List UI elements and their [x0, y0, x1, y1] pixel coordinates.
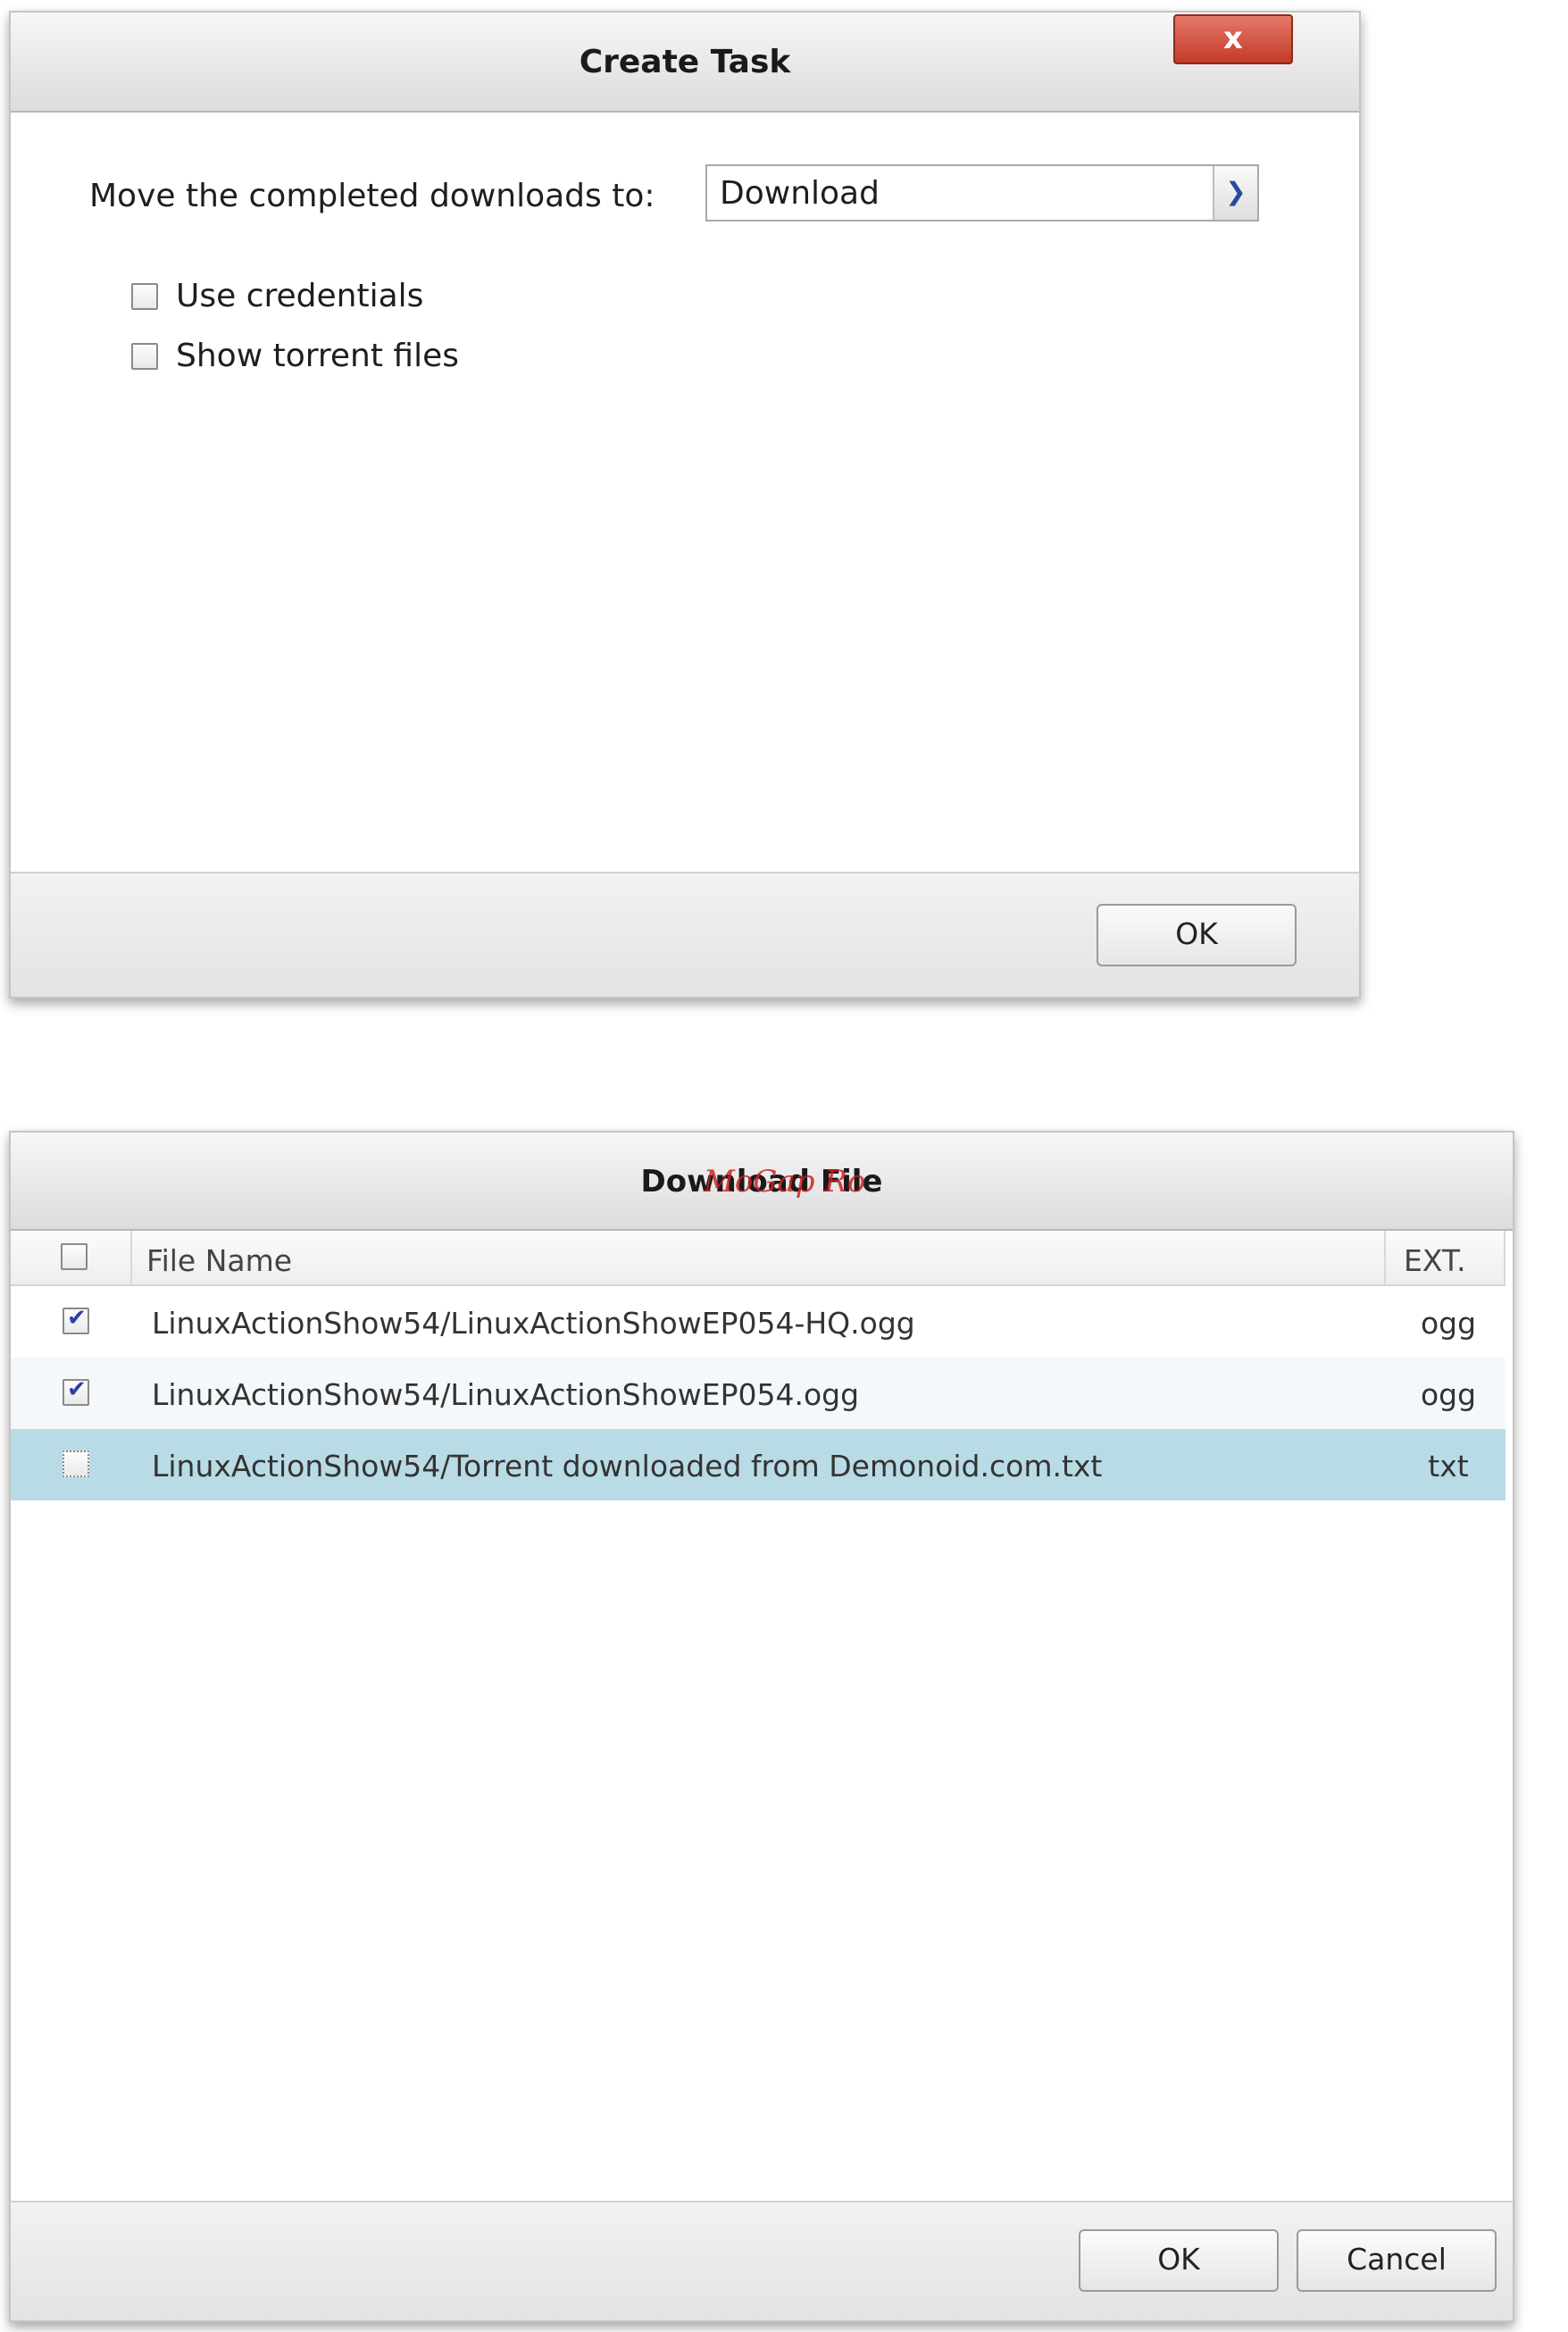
file-name: LinuxActionShow54/LinuxActionShowEP054-H… — [152, 1306, 915, 1341]
create-task-footer: OK — [11, 872, 1359, 997]
cancel-button-label: Cancel — [1347, 2242, 1447, 2277]
use-credentials-label[interactable]: Use credentials — [176, 278, 423, 314]
file-checkbox[interactable] — [63, 1305, 89, 1334]
ok-button-label: OK — [1175, 916, 1218, 951]
download-file-dialog: Download File MoGap Ro File Name EXT. Li… — [9, 1131, 1514, 2322]
destination-value: Download — [720, 175, 880, 212]
column-divider[interactable] — [1504, 1231, 1505, 1284]
create-task-title: Create Task — [579, 44, 791, 80]
destination-select[interactable]: Download ❯ — [705, 164, 1259, 221]
download-file-footer: OK Cancel — [11, 2201, 1513, 2320]
ok-button-label: OK — [1157, 2242, 1200, 2277]
create-task-titlebar[interactable]: Create Task — [11, 13, 1359, 113]
column-divider[interactable] — [130, 1231, 132, 1284]
watermark-logo: MoGap Ro — [704, 1164, 866, 1199]
show-torrent-files-checkbox[interactable] — [131, 343, 158, 370]
cancel-button[interactable]: Cancel — [1297, 2229, 1497, 2292]
select-all-checkbox[interactable] — [61, 1243, 88, 1270]
file-row[interactable]: LinuxActionShow54/LinuxActionShowEP054.o… — [11, 1358, 1505, 1429]
close-button[interactable]: x — [1173, 14, 1293, 64]
file-row-selected[interactable]: LinuxActionShow54/Torrent downloaded fro… — [11, 1429, 1505, 1500]
close-icon: x — [1223, 21, 1243, 56]
file-name: LinuxActionShow54/LinuxActionShowEP054.o… — [152, 1377, 860, 1412]
file-checkbox[interactable] — [63, 1450, 89, 1477]
show-torrent-files-label[interactable]: Show torrent files — [176, 338, 459, 374]
use-credentials-checkbox[interactable] — [131, 283, 158, 310]
file-ext: ogg — [1420, 1306, 1477, 1341]
ok-button[interactable]: OK — [1097, 904, 1297, 966]
file-row[interactable]: LinuxActionShow54/LinuxActionShowEP054-H… — [11, 1288, 1505, 1358]
file-name: LinuxActionShow54/Torrent downloaded fro… — [152, 1449, 1103, 1484]
file-ext: ogg — [1420, 1377, 1477, 1412]
column-header-ext[interactable]: EXT. — [1404, 1243, 1466, 1278]
move-destination-label: Move the completed downloads to: — [89, 178, 655, 214]
ok-button[interactable]: OK — [1079, 2229, 1279, 2292]
file-ext: txt — [1428, 1449, 1469, 1484]
create-task-dialog: Create Task x Move the completed downloa… — [9, 11, 1361, 999]
column-header-file-name[interactable]: File Name — [146, 1243, 292, 1278]
column-divider[interactable] — [1384, 1231, 1386, 1284]
chevron-down-icon[interactable]: ❯ — [1213, 166, 1257, 220]
file-checkbox[interactable] — [63, 1376, 89, 1406]
file-grid-header: File Name EXT. — [11, 1231, 1505, 1286]
